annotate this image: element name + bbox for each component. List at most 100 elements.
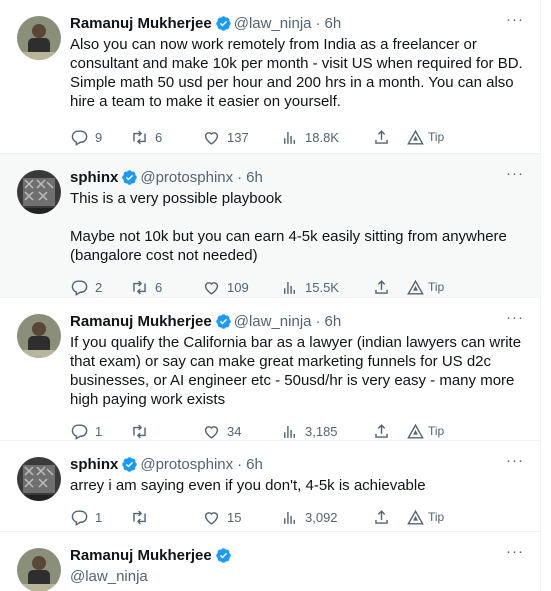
tip-icon (407, 509, 424, 525)
share-icon (375, 509, 388, 524)
retweet-icon (133, 130, 146, 144)
share-icon (375, 129, 388, 144)
like-button[interactable]: 137 (202, 127, 280, 147)
separator-dot: · (237, 168, 243, 186)
tweet-header: Ramanuj Mukherjee (70, 544, 524, 566)
views-chart-icon (284, 511, 295, 524)
tip-label: Tip (428, 280, 445, 294)
retweet-icon (133, 510, 146, 524)
tweet-text: If you qualify the California bar as a l… (70, 334, 522, 408)
heart-icon (204, 511, 219, 525)
retweet-icon (133, 280, 146, 294)
avatar[interactable] (17, 16, 61, 60)
reply-button[interactable]: 1 (70, 421, 130, 441)
author-handle[interactable]: @law_ninja (234, 313, 312, 330)
author-name[interactable]: Ramanuj Mukherjee (70, 547, 212, 564)
tip-label: Tip (428, 510, 445, 524)
like-button[interactable]: 15 (202, 507, 280, 527)
views-button[interactable]: 3,092 (280, 507, 372, 527)
like-count: 109 (227, 279, 249, 295)
tweet[interactable]: Ramanuj Mukherjee @law_ninja · 6h ··· If… (0, 298, 540, 441)
retweet-button[interactable]: 6 (130, 277, 202, 297)
reply-icon (71, 423, 88, 440)
share-icon (375, 279, 388, 294)
action-bar: 9 6 137 18.8K Tip (70, 117, 524, 157)
reply-count: 1 (95, 423, 103, 439)
views-button[interactable]: 3,185 (280, 421, 372, 441)
conversation-thread: Ramanuj Mukherjee @law_ninja · 6h ··· Al… (0, 0, 541, 591)
retweet-count: 6 (155, 279, 163, 295)
reply-icon (71, 509, 88, 526)
verified-badge-icon (121, 169, 138, 186)
tweet[interactable]: Ramanuj Mukherjee @law_ninja ··· (0, 532, 540, 591)
tweet-header: Ramanuj Mukherjee @law_ninja · 6h (70, 12, 524, 34)
reply-button[interactable]: 2 (70, 277, 130, 297)
retweet-button[interactable] (130, 507, 202, 527)
like-button[interactable]: 34 (202, 421, 280, 441)
retweet-button[interactable]: 6 (130, 127, 202, 147)
timestamp[interactable]: 6h (246, 169, 263, 186)
like-button[interactable]: 109 (202, 277, 280, 297)
avatar[interactable] (17, 548, 61, 591)
share-button[interactable] (372, 507, 406, 527)
more-options-icon[interactable]: ··· (506, 453, 524, 469)
author-name[interactable]: Ramanuj Mukherjee (70, 15, 212, 32)
reply-button[interactable]: 9 (70, 127, 130, 147)
author-name[interactable]: sphinx (70, 456, 118, 473)
tweet-text: Also you can now work remotely from Indi… (70, 36, 523, 110)
verified-badge-icon (215, 15, 232, 32)
avatar[interactable] (17, 457, 61, 501)
separator-dot: · (315, 312, 321, 330)
author-handle[interactable]: @law_ninja (234, 15, 312, 32)
views-button[interactable]: 15.5K (280, 277, 372, 297)
heart-icon (204, 131, 219, 145)
timestamp[interactable]: 6h (325, 313, 342, 330)
share-button[interactable] (372, 127, 406, 147)
more-options-icon[interactable]: ··· (506, 12, 524, 28)
timestamp[interactable]: 6h (325, 15, 342, 32)
author-handle[interactable]: @protosphinx (140, 456, 233, 473)
tip-button[interactable]: Tip (406, 507, 444, 527)
avatar[interactable] (17, 170, 61, 214)
more-options-icon[interactable]: ··· (506, 544, 524, 560)
tip-button[interactable]: Tip (406, 277, 444, 297)
share-button[interactable] (372, 421, 406, 441)
tip-icon (407, 423, 424, 439)
author-name[interactable]: Ramanuj Mukherjee (70, 313, 212, 330)
tweet[interactable]: sphinx @protosphinx · 6h ··· arrey i am … (0, 441, 540, 532)
tweet-header: sphinx @protosphinx · 6h (70, 453, 524, 475)
tweet-header: sphinx @protosphinx · 6h (70, 166, 524, 188)
tweet-header: Ramanuj Mukherjee @law_ninja · 6h (70, 310, 524, 332)
tip-icon (407, 279, 424, 295)
view-count: 18.8K (305, 129, 339, 145)
more-options-icon[interactable]: ··· (506, 166, 524, 182)
views-button[interactable]: 18.8K (280, 127, 372, 147)
tip-button[interactable]: Tip (406, 421, 444, 441)
verified-badge-icon (215, 547, 232, 564)
share-button[interactable] (372, 277, 406, 297)
reply-button[interactable]: 1 (70, 507, 130, 527)
more-options-icon[interactable]: ··· (506, 310, 524, 326)
tip-label: Tip (428, 130, 445, 144)
tweet[interactable]: sphinx @protosphinx · 6h ··· This is a v… (0, 154, 540, 298)
view-count: 3,092 (305, 509, 338, 525)
separator-dot: · (315, 14, 321, 32)
author-handle[interactable]: @law_ninja (70, 568, 524, 585)
views-chart-icon (284, 131, 295, 144)
retweet-icon (133, 424, 146, 438)
timestamp[interactable]: 6h (246, 456, 263, 473)
tip-label: Tip (428, 424, 445, 438)
view-count: 3,185 (305, 423, 338, 439)
reply-icon (71, 129, 88, 146)
avatar[interactable] (17, 314, 61, 358)
reply-count: 9 (95, 129, 103, 145)
tweet-text: arrey i am saying even if you don't, 4-5… (70, 477, 426, 494)
tip-button[interactable]: Tip (406, 127, 444, 147)
like-count: 15 (227, 509, 242, 525)
author-name[interactable]: sphinx (70, 169, 118, 186)
view-count: 15.5K (305, 279, 339, 295)
reply-count: 2 (95, 279, 103, 295)
retweet-button[interactable] (130, 421, 202, 441)
author-handle[interactable]: @protosphinx (140, 169, 233, 186)
tweet[interactable]: Ramanuj Mukherjee @law_ninja · 6h ··· Al… (0, 0, 540, 154)
